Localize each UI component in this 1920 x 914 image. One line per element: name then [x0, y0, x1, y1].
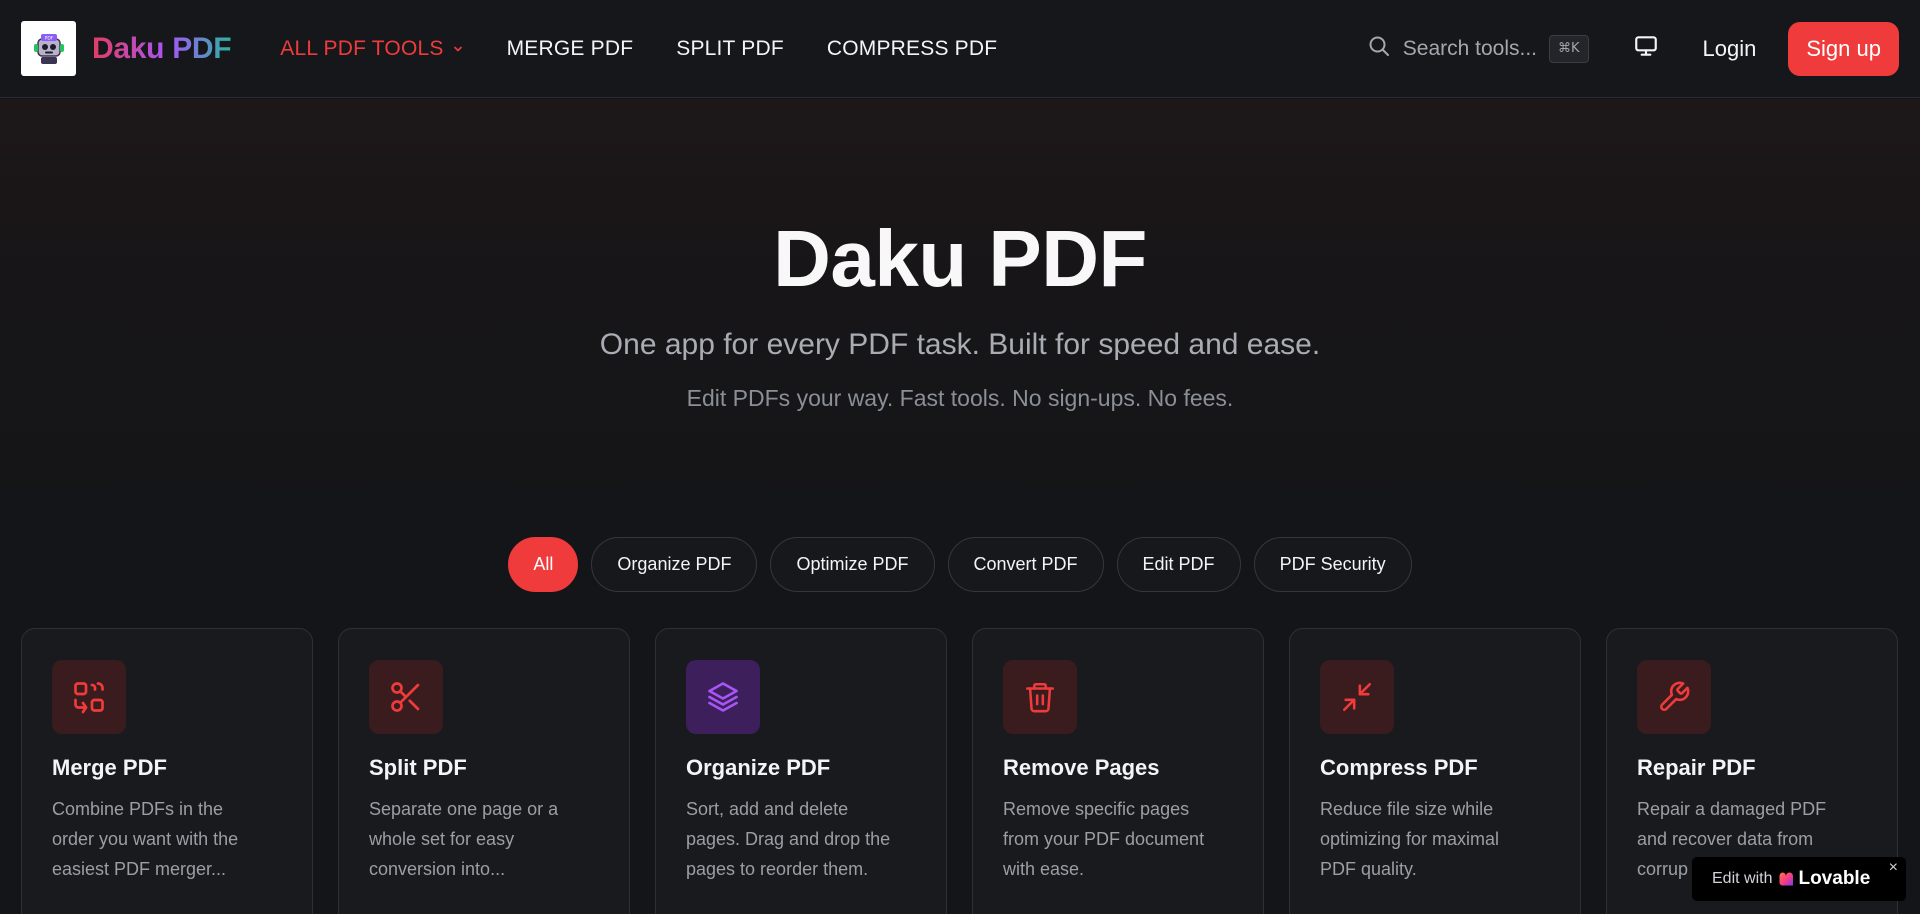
desc-line: Combine PDFs in the	[52, 799, 224, 819]
desc-line: whole set for easy	[369, 829, 515, 849]
tool-card-organize-pdf[interactable]: Organize PDF Sort, add and delete pages.…	[655, 628, 947, 914]
desc-line: pages to reorder them.	[686, 859, 869, 879]
desc-line: optimizing for maximal	[1320, 829, 1500, 849]
brand-name[interactable]: Daku PDF	[92, 32, 232, 66]
top-navbar: PDF Daku PDF ALL PDF TOOLS MERGE PDF SPL…	[0, 0, 1920, 98]
nav-split-pdf[interactable]: SPLIT PDF	[676, 37, 784, 61]
search-tools-trigger[interactable]: Search tools... ⌘K	[1367, 34, 1589, 63]
edit-with-lovable-badge[interactable]: Edit with Lovable ×	[1692, 857, 1906, 901]
desc-line: Sort, add and delete	[686, 799, 849, 819]
desc-line: conversion into...	[369, 859, 506, 879]
tool-card-title: Organize PDF	[686, 755, 831, 780]
desc-line: Reduce file size while	[1320, 799, 1494, 819]
tool-card-compress-pdf[interactable]: Compress PDF Reduce file size while opti…	[1289, 628, 1581, 914]
hero-subtitle: One app for every PDF task. Built for sp…	[599, 328, 1321, 361]
category-filters: All Organize PDF Optimize PDF Convert PD…	[0, 537, 1920, 592]
tool-card-title: Compress PDF	[1320, 755, 1478, 780]
tool-card-description: Sort, add and delete pages. Drag and dro…	[686, 794, 916, 884]
layers-icon	[686, 660, 760, 734]
tool-card-description: Reduce file size while optimizing for ma…	[1320, 794, 1550, 884]
tool-card-title: Repair PDF	[1637, 755, 1756, 780]
tool-card-remove-pages[interactable]: Remove Pages Remove specific pages from …	[972, 628, 1264, 914]
desc-line: and recover data from	[1637, 829, 1814, 849]
tool-card-title: Split PDF	[369, 755, 467, 780]
main-nav: ALL PDF TOOLS MERGE PDF SPLIT PDF COMPRE…	[280, 37, 1040, 61]
close-icon[interactable]: ×	[1889, 859, 1898, 877]
filter-optimize-pdf[interactable]: Optimize PDF	[770, 537, 935, 592]
tool-card-merge-pdf[interactable]: Merge PDF Combine PDFs in the order you …	[21, 628, 313, 914]
search-shortcut-badge: ⌘K	[1549, 34, 1589, 63]
merge-icon	[52, 660, 126, 734]
filter-convert-pdf[interactable]: Convert PDF	[947, 537, 1104, 592]
desc-line: from your PDF document	[1003, 829, 1205, 849]
login-link[interactable]: Login	[1703, 36, 1757, 62]
desc-line: pages. Drag and drop the	[686, 829, 891, 849]
robot-mascot-icon: PDF	[33, 33, 64, 64]
desc-line: easiest PDF merger...	[52, 859, 227, 879]
tool-card-description: Separate one page or a whole set for eas…	[369, 794, 599, 884]
compress-arrows-icon	[1320, 660, 1394, 734]
nav-all-pdf-tools[interactable]: ALL PDF TOOLS	[280, 37, 463, 61]
badge-brand-name: Lovable	[1798, 868, 1871, 889]
tool-card-split-pdf[interactable]: Split PDF Separate one page or a whole s…	[338, 628, 630, 914]
theme-toggle-button[interactable]	[1633, 33, 1659, 64]
tool-card-title: Merge PDF	[52, 755, 167, 780]
lovable-heart-icon	[1778, 871, 1794, 887]
tool-card-description: Remove specific pages from your PDF docu…	[1003, 794, 1233, 884]
tool-card-title: Remove Pages	[1003, 755, 1160, 780]
hero-section	[0, 99, 1920, 539]
nav-actions: Search tools... ⌘K Login Sign up	[1367, 21, 1899, 76]
desc-line: Separate one page or a	[369, 799, 559, 819]
nav-compress-pdf[interactable]: COMPRESS PDF	[827, 37, 997, 61]
desc-line: order you want with the	[52, 829, 239, 849]
brand-logo[interactable]: PDF	[21, 21, 76, 76]
filter-organize-pdf[interactable]: Organize PDF	[591, 537, 758, 592]
desc-line: Remove specific pages	[1003, 799, 1190, 819]
scissors-icon	[369, 660, 443, 734]
tool-card-description: Combine PDFs in the order you want with …	[52, 794, 282, 884]
wrench-icon	[1637, 660, 1711, 734]
hero-title: Daku PDF	[773, 214, 1147, 303]
search-placeholder: Search tools...	[1402, 36, 1537, 60]
desc-line: PDF quality.	[1320, 859, 1417, 879]
filter-pdf-security[interactable]: PDF Security	[1253, 537, 1412, 592]
search-icon	[1367, 34, 1391, 63]
tool-cards-grid: Merge PDF Combine PDFs in the order you …	[21, 628, 1898, 914]
filter-all[interactable]: All	[508, 537, 579, 592]
badge-edit-label: Edit with	[1712, 870, 1773, 887]
svg-text:PDF: PDF	[44, 35, 53, 41]
nav-merge-pdf[interactable]: MERGE PDF	[507, 37, 634, 61]
nav-link-label: ALL PDF TOOLS	[280, 36, 444, 60]
chevron-down-icon	[452, 43, 464, 55]
filter-edit-pdf[interactable]: Edit PDF	[1116, 537, 1241, 592]
desc-line: Repair a damaged PDF	[1637, 799, 1827, 819]
signup-button[interactable]: Sign up	[1788, 21, 1899, 76]
monitor-icon	[1633, 33, 1659, 64]
desc-line: with ease.	[1003, 859, 1085, 879]
trash-icon	[1003, 660, 1077, 734]
hero-tagline: Edit PDFs your way. Fast tools. No sign-…	[686, 385, 1234, 411]
